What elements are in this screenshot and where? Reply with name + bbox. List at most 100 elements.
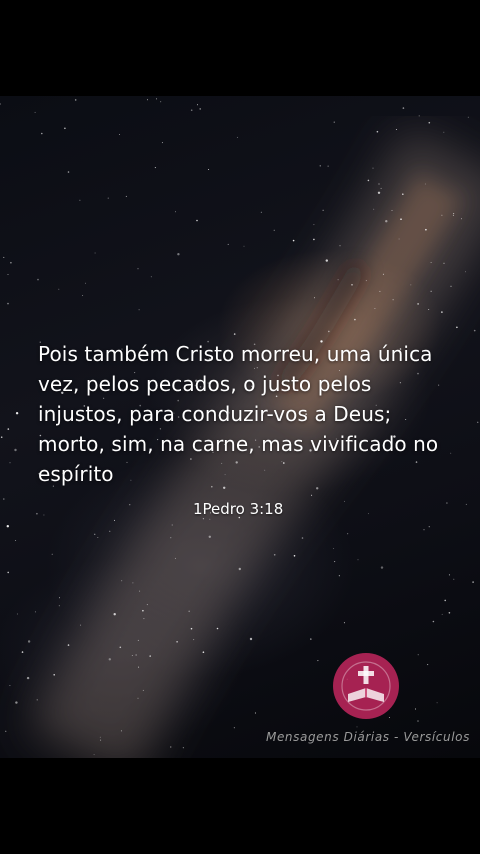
star xyxy=(249,637,253,641)
star xyxy=(367,513,369,515)
star xyxy=(398,238,400,240)
star xyxy=(64,127,66,130)
star xyxy=(26,676,30,680)
star xyxy=(34,111,36,113)
star xyxy=(3,256,5,258)
star xyxy=(120,730,122,732)
star xyxy=(380,187,382,189)
star xyxy=(190,109,193,111)
cross-bible-logo-icon xyxy=(333,653,399,719)
star xyxy=(293,555,296,557)
star xyxy=(453,213,455,214)
star xyxy=(313,224,315,226)
star xyxy=(202,651,205,653)
star xyxy=(97,537,99,538)
star xyxy=(146,604,148,606)
star xyxy=(236,136,238,138)
star xyxy=(425,228,427,231)
star xyxy=(7,571,9,574)
star xyxy=(453,578,455,580)
star xyxy=(238,567,241,571)
star xyxy=(131,655,133,656)
star xyxy=(193,639,195,641)
star xyxy=(177,253,180,256)
star xyxy=(7,302,9,305)
star xyxy=(171,524,173,526)
star xyxy=(21,651,24,653)
star xyxy=(334,561,336,563)
star xyxy=(160,101,162,103)
verse-text: Pois também Cristo morreu, uma única vez… xyxy=(38,342,439,486)
star xyxy=(119,646,122,649)
star xyxy=(174,557,176,559)
star xyxy=(142,689,144,691)
star xyxy=(51,553,53,555)
star xyxy=(85,282,86,284)
star xyxy=(467,116,469,118)
star xyxy=(402,107,405,109)
star xyxy=(417,720,419,722)
star xyxy=(365,280,367,282)
star xyxy=(5,730,7,732)
star xyxy=(142,609,144,612)
star xyxy=(441,311,443,313)
star xyxy=(254,712,256,714)
star xyxy=(456,326,458,329)
star xyxy=(27,640,31,643)
star xyxy=(58,605,60,607)
star xyxy=(94,252,96,254)
star xyxy=(119,134,120,135)
star xyxy=(461,218,462,220)
star xyxy=(150,276,152,278)
star xyxy=(53,674,55,676)
star xyxy=(379,290,381,292)
star xyxy=(9,685,11,686)
star xyxy=(196,219,198,222)
star xyxy=(80,624,82,626)
star xyxy=(182,747,184,749)
star xyxy=(137,639,139,641)
star xyxy=(333,548,335,549)
star xyxy=(14,448,17,452)
star xyxy=(465,271,466,273)
star xyxy=(108,658,112,661)
star xyxy=(208,169,210,170)
star xyxy=(444,599,447,602)
star xyxy=(7,428,10,430)
star xyxy=(477,421,479,423)
star xyxy=(415,708,416,710)
verse-image-card: Pois também Cristo morreu, uma única vez… xyxy=(0,96,480,758)
star xyxy=(424,183,426,185)
star xyxy=(233,333,236,335)
star xyxy=(337,279,339,281)
star xyxy=(427,664,429,666)
star xyxy=(344,500,345,502)
star xyxy=(311,494,313,496)
star xyxy=(430,290,432,292)
star xyxy=(114,519,115,521)
star xyxy=(243,245,245,247)
star xyxy=(377,191,381,194)
star xyxy=(472,581,474,583)
star xyxy=(0,103,1,105)
star xyxy=(7,274,9,275)
star xyxy=(10,261,12,264)
star xyxy=(149,655,151,657)
star xyxy=(338,575,340,577)
star xyxy=(374,308,376,309)
star xyxy=(382,273,384,275)
star xyxy=(402,193,404,195)
star xyxy=(16,613,18,615)
star xyxy=(372,167,374,169)
star xyxy=(233,727,235,729)
star xyxy=(452,214,454,216)
star xyxy=(9,462,11,464)
star xyxy=(322,209,324,211)
star xyxy=(93,754,95,756)
star xyxy=(314,297,315,299)
star xyxy=(67,644,70,646)
star xyxy=(448,612,451,614)
star xyxy=(339,245,341,247)
star xyxy=(15,701,18,704)
star xyxy=(107,197,109,199)
